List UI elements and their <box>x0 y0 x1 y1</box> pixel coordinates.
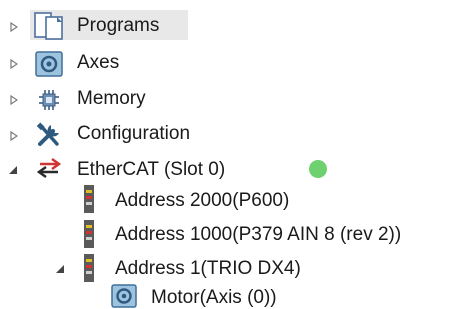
tree-item-address-1[interactable]: Address 1(TRIO DX4) <box>115 258 301 280</box>
tree-item-memory[interactable]: Memory <box>77 88 146 110</box>
expand-arrow-icon[interactable] <box>8 58 20 70</box>
collapse-arrow-icon[interactable] <box>54 263 66 275</box>
tree-item-configuration[interactable]: Configuration <box>77 123 190 145</box>
tree-item-address-2000[interactable]: Address 2000(P600) <box>115 190 289 212</box>
device-icon <box>82 219 96 249</box>
tree-item-ethercat[interactable]: EtherCAT (Slot 0) <box>77 159 225 181</box>
device-icon <box>82 253 96 283</box>
collapse-arrow-icon[interactable] <box>7 164 19 176</box>
axis-icon <box>111 284 137 308</box>
memory-icon <box>37 88 61 112</box>
tree-item-axes[interactable]: Axes <box>77 52 119 74</box>
programs-document-icon <box>33 10 67 40</box>
expand-arrow-icon[interactable] <box>8 21 20 33</box>
project-tree: Programs Axes Memory Configuration Ether… <box>0 0 468 309</box>
status-indicator-dot <box>309 160 327 178</box>
device-icon <box>82 184 96 214</box>
tree-item-label: Programs <box>77 15 160 36</box>
expand-arrow-icon[interactable] <box>8 94 20 106</box>
ethercat-arrows-icon <box>36 156 62 180</box>
tools-icon <box>35 121 63 149</box>
tree-item-address-1000[interactable]: Address 1000(P379 AIN 8 (rev 2)) <box>115 224 401 246</box>
axes-icon <box>35 51 63 77</box>
tree-item-motor[interactable]: Motor(Axis (0)) <box>151 287 277 309</box>
expand-arrow-icon[interactable] <box>8 130 20 142</box>
